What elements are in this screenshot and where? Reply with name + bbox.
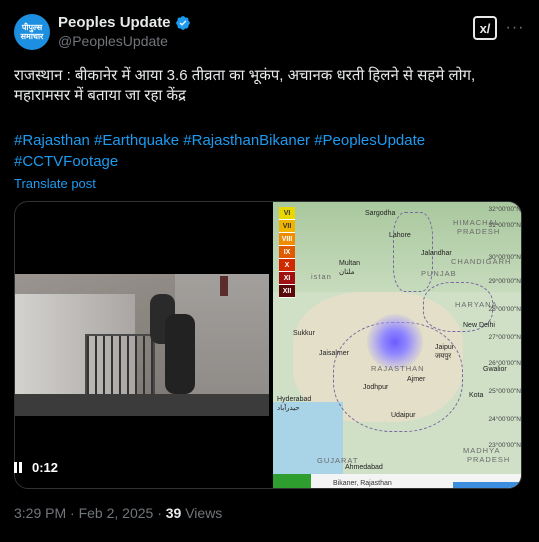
map-label: Jaipur [435,344,455,351]
earthquake-map: VI VII VIII IX X XI XII Sargodha HIMACHA… [273,202,521,488]
map-label: istan [311,272,332,281]
coord-label: 31°00'00"N [488,222,521,229]
video-time: 0:12 [32,460,59,475]
map-label: Jalandhar [421,250,452,257]
video-controls: 0:12 [14,460,58,475]
hashtags-line1[interactable]: #Rajasthan #Earthquake #RajasthanBikaner… [14,130,524,151]
coord-label: 30°00'00"N [488,254,521,261]
motorbike [165,314,195,394]
person [220,276,228,296]
scale-x: X [279,259,295,272]
epicenter-marker [367,314,423,370]
map-label: ملتان [339,269,355,276]
ground-shadow [15,394,269,416]
map-label: जयपुर [435,353,452,360]
map-label: Ajmer [407,376,426,383]
map-label: Kota [469,392,484,399]
pause-icon[interactable] [14,462,24,473]
display-name-row[interactable]: Peoples Update [58,14,191,31]
map-button [453,482,521,488]
handle[interactable]: @PeoplesUpdate [58,33,191,49]
map-label: RAJASTHAN [371,364,425,373]
hashtags-line2[interactable]: #CCTVFootage [14,151,524,172]
scale-vii: VII [279,220,295,233]
coord-label: 26°00'00"N [488,360,521,367]
tweet-header: पीपुल्स समाचार Peoples Update @PeoplesUp… [14,12,525,56]
map-label: PUNJAB [421,269,457,278]
avatar[interactable]: पीपुल्स समाचार [14,14,50,50]
grok-icon[interactable]: x/ [473,16,497,40]
post-timestamp[interactable]: 3:29 PM · Feb 2, 2025 · [14,505,162,521]
map-label: Lahore [389,232,411,239]
map-label: Udaipur [391,412,416,419]
map-label: Sargodha [365,210,396,217]
cctv-footage-frame [15,274,269,416]
more-icon[interactable]: ··· [505,16,525,40]
hashtags: #Rajasthan #Earthquake #RajasthanBikaner… [14,130,524,172]
scale-xii: XII [279,285,295,298]
map-label: Jaisalmer [319,350,349,357]
map-legend-swatch [273,474,311,488]
coord-label: 29°00'00"N [488,278,521,285]
coord-label: 27°00'00"N [488,334,521,341]
views-label: Views [185,505,223,521]
intensity-scale: VI VII VIII IX X XI XII [279,207,295,298]
map-location-label: Bikaner, Rajasthan [333,480,392,487]
scale-xi: XI [279,272,295,285]
map-label: Multan [339,260,361,267]
video-player[interactable]: VI VII VIII IX X XI XII Sargodha HIMACHA… [14,201,522,489]
map-label: New Delhi [463,322,495,329]
coord-label: 25°00'00"N [488,388,521,395]
coord-label: 23°00'00"N [488,442,521,449]
map-label: Sukkur [293,330,315,337]
display-name[interactable]: Peoples Update [58,14,171,31]
map-label: Jodhpur [363,384,389,391]
coord-label: 32°00'00"N [488,206,521,213]
views-count: 39 [165,505,182,521]
tweet-text: राजस्थान : बीकानेर में आया 3.6 तीव्रता क… [14,67,476,104]
map-label: Ahmedabad [345,464,383,471]
map-label: حیدرآباد [277,405,300,412]
name-block: Peoples Update @PeoplesUpdate [58,14,191,49]
coord-label: 24°00'00"N [488,416,521,423]
map-label: PRADESH [467,455,511,464]
map-label: Gwalior [483,366,507,373]
verified-badge-icon [175,15,190,30]
scale-ix: IX [279,246,295,259]
scale-viii: VIII [279,233,295,246]
avatar-text-line1: पीपुल्स [21,23,43,32]
map-label: Hyderabad [277,396,312,403]
avatar-text-line2: समाचार [20,32,44,41]
coord-label: 28°00'00"N [488,306,521,313]
tweet-meta: 3:29 PM · Feb 2, 2025 · 39 Views [14,505,222,521]
translate-post-link[interactable]: Translate post [14,176,96,191]
scale-vi: VI [279,207,295,220]
